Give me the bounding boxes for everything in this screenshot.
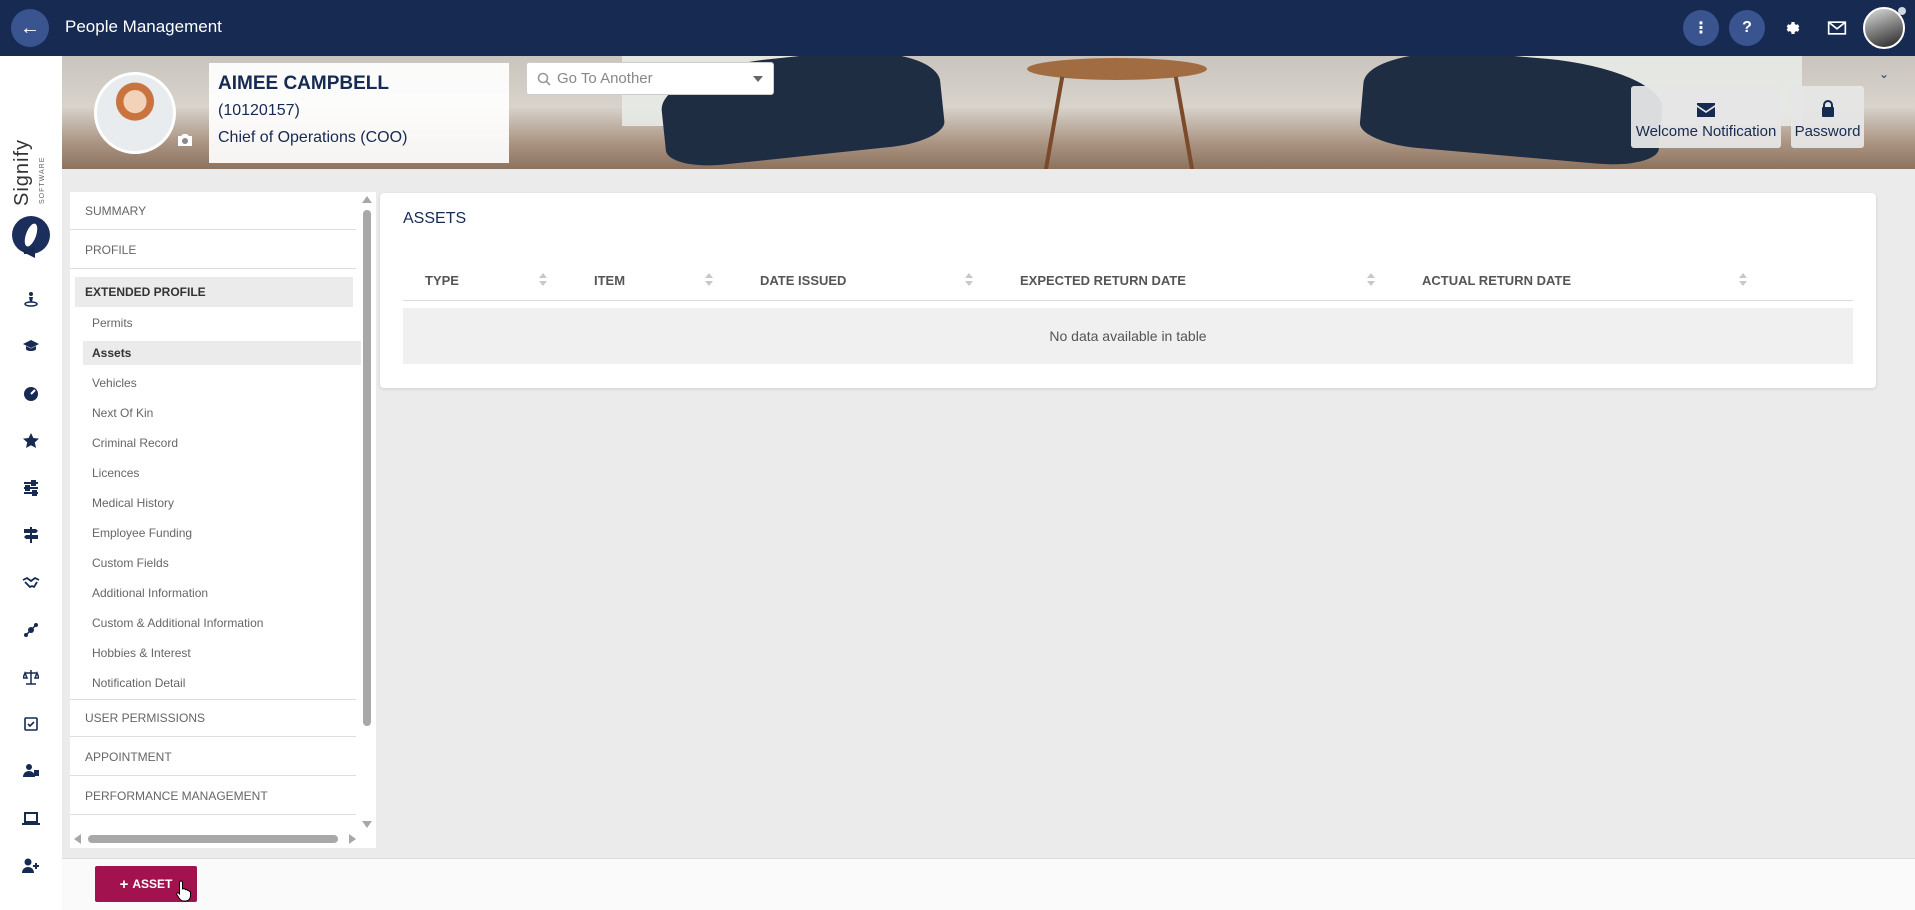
sort-icon[interactable] — [1739, 273, 1747, 287]
menu-sub-employee-funding[interactable]: Employee Funding — [92, 521, 370, 545]
more-vertical-icon: ⋮ — [1693, 20, 1709, 37]
menu-appointment[interactable]: APPOINTMENT — [70, 738, 356, 776]
chevron-down-icon — [753, 76, 763, 82]
network-icon[interactable] — [20, 619, 42, 641]
menu-sub-vehicles[interactable]: Vehicles — [92, 371, 370, 395]
help-button[interactable]: ? — [1729, 10, 1765, 46]
menu-performance-management[interactable]: PERFORMANCE MANAGEMENT — [70, 777, 356, 815]
signpost-icon[interactable] — [20, 524, 42, 546]
password-button[interactable]: Password — [1791, 86, 1864, 148]
handshake-icon[interactable] — [20, 572, 42, 594]
user-tie-icon[interactable] — [20, 760, 42, 782]
employee-name: AIMEE CAMPBELL — [218, 73, 389, 94]
star-icon[interactable] — [20, 430, 42, 452]
menu-vertical-scrollbar[interactable] — [362, 196, 372, 828]
help-icon: ? — [1742, 19, 1752, 36]
profile-side-menu: SUMMARY PROFILE EXTENDED PROFILE Permits… — [70, 192, 376, 848]
go-to-another-placeholder: Go To Another — [557, 70, 653, 87]
sort-icon[interactable] — [539, 273, 547, 287]
person-ring-icon[interactable] — [20, 288, 42, 310]
back-button[interactable]: ← — [11, 9, 49, 47]
go-to-another-select[interactable]: Go To Another — [526, 62, 774, 95]
hand-cursor-icon — [176, 880, 191, 902]
employee-position: Chief of Operations (COO) — [218, 129, 408, 146]
sort-icon[interactable] — [1367, 273, 1375, 287]
profile-photo[interactable] — [94, 72, 176, 154]
menu-sub-notification-detail[interactable]: Notification Detail — [92, 671, 370, 695]
megaphone-icon[interactable] — [20, 241, 42, 263]
banner-table — [1027, 58, 1207, 80]
envelope-icon — [1697, 103, 1715, 117]
logo-text: Signify — [11, 138, 33, 206]
password-label: Password — [1794, 123, 1861, 140]
dashboard-gauge-icon[interactable] — [20, 383, 42, 405]
menu-sub-custom-fields[interactable]: Custom Fields — [92, 551, 370, 575]
menu-sub-medical-history[interactable]: Medical History — [92, 491, 370, 515]
menu-sub-next-of-kin[interactable]: Next Of Kin — [92, 401, 370, 425]
banner-table-leg — [1173, 76, 1195, 169]
welcome-notification-label: Welcome Notification — [1635, 123, 1777, 140]
menu-sub-licences[interactable]: Licences — [92, 461, 370, 485]
column-type[interactable]: TYPE — [425, 259, 459, 301]
menu-sub-additional-information[interactable]: Additional Information — [92, 581, 370, 605]
table-empty-row: No data available in table — [403, 308, 1853, 364]
menu-extended-profile[interactable]: EXTENDED PROFILE — [75, 277, 353, 307]
sliders-icon[interactable] — [20, 477, 42, 499]
search-icon — [537, 72, 551, 86]
menu-summary[interactable]: SUMMARY — [70, 192, 356, 230]
sort-icon[interactable] — [705, 273, 713, 287]
column-item[interactable]: ITEM — [594, 259, 625, 301]
menu-sub-permits[interactable]: Permits — [92, 311, 370, 335]
sort-icon[interactable] — [965, 273, 973, 287]
lock-icon — [1821, 100, 1834, 117]
scroll-right-arrow-icon[interactable] — [349, 834, 356, 844]
menu-sub-assets[interactable]: Assets — [83, 341, 361, 365]
left-nav-rail: Signify SOFTWARE — [0, 56, 62, 910]
scroll-up-arrow-icon[interactable] — [362, 196, 372, 203]
assets-table-header: TYPE ITEM DATE ISSUED EXPECTED RETURN DA… — [403, 259, 1853, 301]
welcome-notification-button[interactable]: Welcome Notification — [1631, 86, 1781, 148]
menu-profile[interactable]: PROFILE — [70, 231, 356, 269]
profile-card: AIMEE CAMPBELL (10120157) Chief of Opera… — [209, 63, 509, 163]
assets-card: ASSETS TYPE ITEM DATE ISSUED EXPECTED RE… — [380, 193, 1876, 388]
banner-chair — [1358, 56, 1666, 169]
employee-number: (10120157) — [218, 102, 300, 119]
laptop-icon[interactable] — [20, 808, 42, 830]
assets-title: ASSETS — [403, 210, 467, 227]
scroll-down-arrow-icon[interactable] — [362, 821, 372, 828]
column-actual-return-date[interactable]: ACTUAL RETURN DATE — [1422, 259, 1571, 301]
menu-user-permissions[interactable]: USER PERMISSIONS — [70, 699, 356, 737]
column-expected-return-date[interactable]: EXPECTED RETURN DATE — [1020, 259, 1186, 301]
user-avatar[interactable] — [1863, 7, 1906, 49]
signify-logo: Signify SOFTWARE — [8, 88, 54, 258]
checklist-icon[interactable] — [20, 713, 42, 735]
settings-gear-icon[interactable] — [1775, 10, 1811, 46]
add-asset-label: ASSET — [132, 877, 173, 891]
menu-sub-hobbies-interest[interactable]: Hobbies & Interest — [92, 641, 370, 665]
menu-sub-custom-additional-information[interactable]: Custom & Additional Information — [92, 611, 370, 635]
scroll-left-arrow-icon[interactable] — [74, 834, 81, 844]
menu-horizontal-scrollbar[interactable] — [74, 834, 356, 844]
graduation-cap-icon[interactable] — [20, 335, 42, 357]
app-title: People Management — [65, 17, 222, 36]
menu-sub-criminal-record[interactable]: Criminal Record — [92, 431, 370, 455]
scroll-thumb[interactable] — [88, 835, 338, 843]
column-date-issued[interactable]: DATE ISSUED — [760, 259, 846, 301]
logo-subtext: SOFTWARE — [39, 156, 46, 204]
collapse-chevron-icon[interactable]: ⌄ — [1879, 67, 1889, 81]
back-arrow-icon: ← — [20, 16, 40, 39]
more-options-button[interactable]: ⋮ — [1683, 10, 1719, 46]
plus-icon: + — [119, 875, 129, 893]
footer-bar — [62, 858, 1915, 910]
add-user-icon[interactable] — [20, 855, 42, 877]
scroll-thumb[interactable] — [363, 210, 371, 726]
camera-icon[interactable] — [176, 133, 194, 147]
scales-icon[interactable] — [20, 666, 42, 688]
banner-table-leg — [1043, 76, 1065, 169]
messages-icon[interactable] — [1819, 10, 1855, 46]
top-bar: ← People Management ⋮ ? — [0, 0, 1915, 56]
